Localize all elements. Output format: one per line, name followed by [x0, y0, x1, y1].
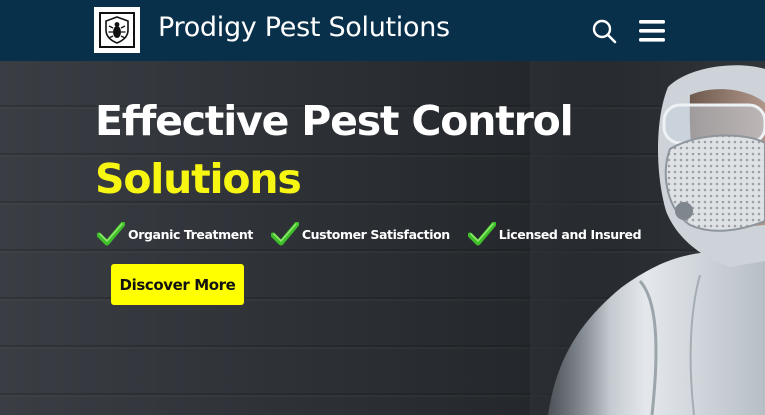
checkmark-icon: [97, 222, 125, 246]
feature-item: Licensed and Insured: [467, 222, 642, 246]
headline-line-1: Effective Pest Control: [95, 97, 574, 145]
site-header: Prodigy Pest Solutions: [0, 0, 765, 61]
headline-line-2: Solutions: [95, 155, 302, 203]
hero-headline: Effective Pest Control Solutions: [95, 92, 574, 208]
hamburger-menu-icon: [639, 20, 665, 42]
feature-list: Organic Treatment Customer Satisfaction …: [97, 220, 659, 248]
logo-frame: [99, 12, 135, 48]
bug-shield-icon: [105, 16, 129, 44]
menu-button[interactable]: [637, 16, 667, 46]
checkmark-icon: [270, 222, 299, 246]
feature-label: Customer Satisfaction: [301, 226, 450, 242]
search-icon: [592, 19, 617, 44]
feature-label: Licensed and Insured: [498, 226, 642, 242]
search-button[interactable]: [590, 16, 620, 46]
brand-name[interactable]: Prodigy Pest Solutions: [158, 10, 450, 46]
site-logo[interactable]: [94, 7, 140, 53]
feature-item: Organic Treatment: [97, 222, 253, 246]
feature-label: Organic Treatment: [128, 226, 253, 242]
hero-section: Effective Pest Control Solutions Organic…: [0, 61, 765, 415]
checkmark-icon: [467, 222, 496, 246]
feature-item: Customer Satisfaction: [270, 222, 450, 246]
discover-more-button[interactable]: Discover More: [111, 264, 244, 305]
